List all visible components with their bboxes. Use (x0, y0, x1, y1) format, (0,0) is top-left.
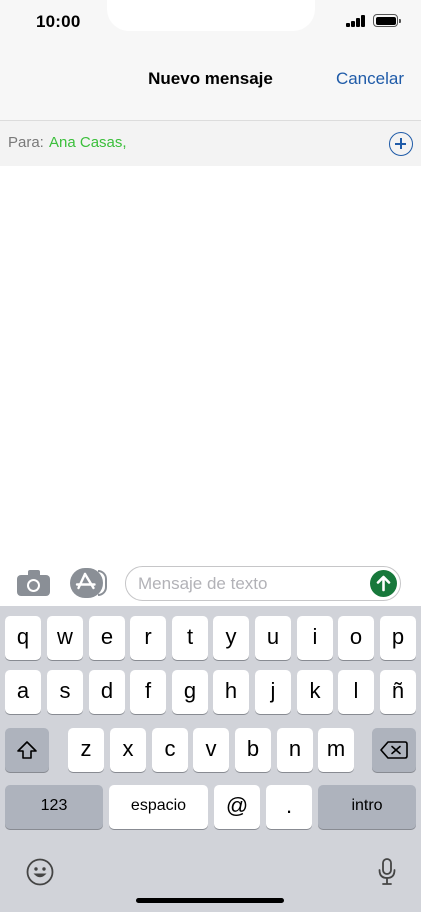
key-p[interactable]: p (380, 616, 416, 660)
emoji-icon[interactable] (26, 858, 54, 886)
send-button[interactable] (370, 570, 397, 597)
key-e[interactable]: e (89, 616, 125, 660)
shift-icon (17, 741, 37, 759)
message-area (0, 166, 421, 560)
key-n[interactable]: n (277, 728, 313, 772)
key-a[interactable]: a (5, 670, 41, 714)
message-text-field[interactable] (138, 573, 366, 595)
at-key[interactable]: @ (214, 785, 260, 829)
phone-screen: 10:00 Nuevo mensaje Cancelar Para: Ana C… (0, 0, 421, 912)
key-k[interactable]: k (297, 670, 333, 714)
key-r[interactable]: r (130, 616, 166, 660)
recipient-row[interactable]: Para: Ana Casas, (0, 120, 421, 166)
key-i[interactable]: i (297, 616, 333, 660)
key-w[interactable]: w (47, 616, 83, 660)
status-time: 10:00 (36, 12, 81, 31)
key-f[interactable]: f (130, 670, 166, 714)
recipient-chip[interactable]: Ana Casas, (49, 134, 127, 151)
message-input[interactable] (125, 566, 401, 601)
add-contact-icon[interactable] (389, 132, 413, 156)
key-z[interactable]: z (68, 728, 104, 772)
key-d[interactable]: d (89, 670, 125, 714)
key-n-tilde[interactable]: ñ (380, 670, 416, 714)
key-h[interactable]: h (213, 670, 249, 714)
key-b[interactable]: b (235, 728, 271, 772)
app-store-icon[interactable] (70, 568, 107, 598)
home-indicator[interactable] (136, 898, 284, 903)
key-y[interactable]: y (213, 616, 249, 660)
key-t[interactable]: t (172, 616, 208, 660)
key-j[interactable]: j (255, 670, 291, 714)
key-q[interactable]: q (5, 616, 41, 660)
key-c[interactable]: c (152, 728, 188, 772)
microphone-icon[interactable] (377, 857, 397, 887)
send-arrow-icon (376, 575, 391, 592)
key-s[interactable]: s (47, 670, 83, 714)
cancel-button[interactable]: Cancelar (336, 69, 404, 89)
key-o[interactable]: o (338, 616, 374, 660)
return-key[interactable]: intro (318, 785, 416, 829)
key-v[interactable]: v (193, 728, 229, 772)
key-u[interactable]: u (255, 616, 291, 660)
battery-icon (373, 14, 401, 27)
shift-key[interactable] (5, 728, 49, 772)
notch (107, 0, 315, 31)
key-l[interactable]: l (338, 670, 374, 714)
key-m[interactable]: m (318, 728, 354, 772)
backspace-icon (380, 741, 408, 759)
navigation-bar: Nuevo mensaje Cancelar (0, 44, 421, 120)
dot-key[interactable]: . (266, 785, 312, 829)
backspace-key[interactable] (372, 728, 416, 772)
numbers-key[interactable]: 123 (5, 785, 103, 829)
recipient-label: Para: (8, 134, 44, 151)
keyboard: q w e r t y u i o p a s d f g h j k l ñ … (0, 606, 421, 912)
camera-icon[interactable] (17, 570, 50, 596)
key-g[interactable]: g (172, 670, 208, 714)
compose-bar (0, 560, 421, 606)
key-x[interactable]: x (110, 728, 146, 772)
status-bar: 10:00 (0, 0, 421, 44)
space-bar[interactable]: espacio (109, 785, 208, 829)
signal-icon (346, 15, 366, 27)
